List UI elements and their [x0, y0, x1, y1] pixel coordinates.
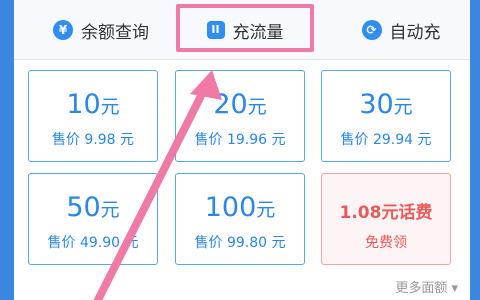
amount-unit: 元 — [247, 96, 267, 118]
refresh-icon: ⟳ — [361, 20, 382, 40]
amount-unit: 元 — [100, 96, 120, 118]
card-amount: 100元 — [176, 192, 304, 223]
amount-value: 10 — [66, 89, 101, 120]
promo-title: 1.08元话费 — [339, 203, 433, 223]
card-price: 售价 9.98 元 — [51, 132, 135, 148]
yen-icon: ¥ — [53, 20, 73, 40]
card-amount: 50元 — [29, 192, 157, 223]
amount-unit: 元 — [100, 199, 120, 221]
tab-auto-recharge[interactable]: ⟳ 自动充 — [336, 10, 466, 50]
card-amount: 30元 — [322, 89, 450, 120]
amount-value: 50 — [66, 192, 101, 223]
tab-label: 余额查询 — [81, 22, 149, 43]
card-price: 售价 29.94 元 — [340, 132, 432, 148]
left-edge — [0, 0, 14, 300]
amount-card-100[interactable]: 100元 售价 99.80 元 — [175, 173, 305, 265]
app-frame: ¥ 余额查询 II 充流量 ⟳ 自动充 10元 售价 9.98 元 20元 售价… — [0, 0, 480, 300]
amount-card-50[interactable]: 50元 售价 49.90 元 — [28, 173, 158, 265]
amount-unit: 元 — [393, 96, 413, 118]
card-price: 售价 19.96 元 — [194, 132, 286, 148]
highlight-box — [176, 4, 314, 52]
amount-value: 100 — [204, 192, 257, 223]
tab-balance-query[interactable]: ¥ 余额查询 — [36, 10, 166, 50]
more-amounts-link[interactable]: 更多面额 ▾ — [395, 277, 458, 296]
card-amount: 20元 — [176, 89, 304, 120]
card-amount: 10元 — [29, 89, 157, 120]
amount-card-10[interactable]: 10元 售价 9.98 元 — [28, 70, 158, 162]
card-price: 售价 99.80 元 — [194, 235, 286, 251]
amount-card-30[interactable]: 30元 售价 29.94 元 — [321, 70, 451, 162]
amount-card-20[interactable]: 20元 售价 19.96 元 — [175, 70, 305, 162]
promo-subtitle: 免费领 — [365, 235, 407, 251]
amount-value: 30 — [359, 89, 394, 120]
card-price: 售价 49.90 元 — [47, 235, 139, 251]
right-edge — [470, 0, 480, 300]
amount-unit: 元 — [256, 199, 276, 221]
promo-card[interactable]: 1.08元话费 免费领 — [321, 173, 451, 265]
amount-grid: 10元 售价 9.98 元 20元 售价 19.96 元 30元 售价 29.9… — [14, 60, 470, 300]
tab-label: 自动充 — [389, 22, 441, 43]
amount-value: 20 — [213, 89, 248, 120]
